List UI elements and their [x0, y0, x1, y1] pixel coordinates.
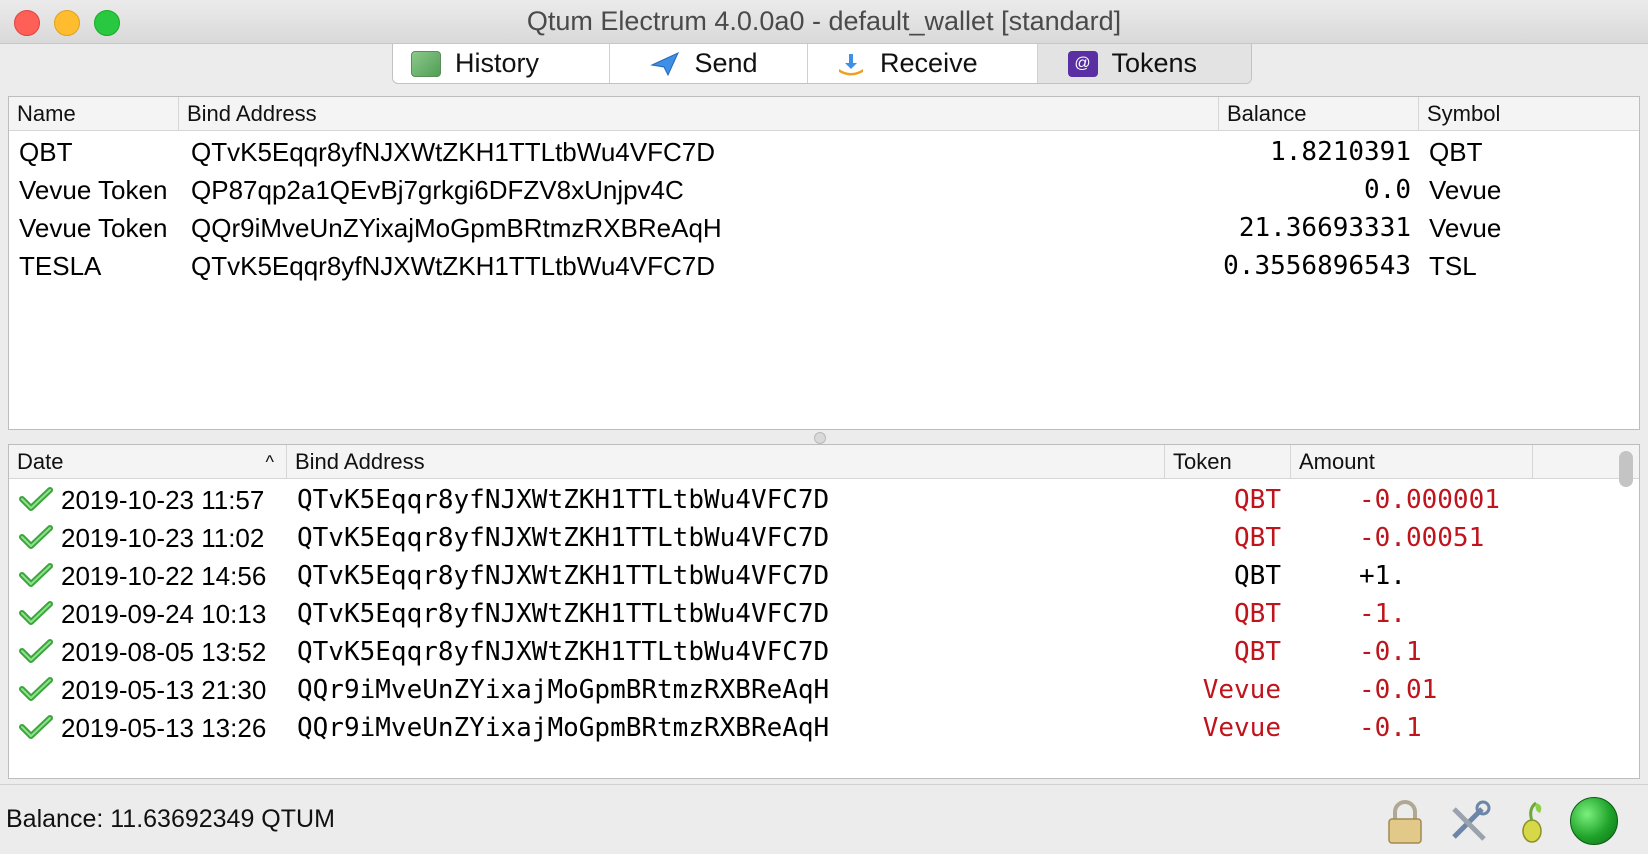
token-symbol: Vevue [1429, 175, 1502, 205]
main-tab-bar: History Send Receive @ Tokens [392, 44, 1252, 84]
token-symbol: QBT [1429, 137, 1483, 167]
history-amount: -1. [1359, 599, 1406, 629]
table-row[interactable]: TESLA QTvK5Eqqr8yfNJXWtZKH1TTLtbWu4VFC7D… [9, 247, 1639, 285]
tab-send-label: Send [694, 48, 758, 78]
confirmed-check-icon [19, 486, 53, 512]
preferences-icon[interactable] [1446, 799, 1492, 845]
column-header-bind-address[interactable]: Bind Address [179, 97, 1219, 131]
sort-ascending-icon: ^ [265, 452, 274, 472]
history-amount: -0.01 [1359, 675, 1438, 705]
tab-tokens[interactable]: @ Tokens [1037, 44, 1251, 83]
table-row[interactable]: 2019-10-22 14:56 QTvK5Eqqr8yfNJXWtZKH1TTL… [9, 557, 1639, 595]
column-header-token[interactable]: Token [1165, 445, 1291, 479]
tab-receive[interactable]: Receive [808, 44, 1038, 83]
history-bind-address: QTvK5Eqqr8yfNJXWtZKH1TTLtbWu4VFC7D [297, 561, 830, 591]
history-bind-address: QTvK5Eqqr8yfNJXWtZKH1TTLtbWu4VFC7D [297, 599, 830, 629]
token-bind-address: QP87qp2a1QEvBj7grkgi6DFZV8xUnjpv4C [191, 175, 684, 205]
token-name: Vevue Token [19, 175, 168, 205]
column-header-date-label: Date [17, 449, 64, 474]
token-balance: 0.3556896543 [1223, 251, 1411, 281]
token-symbol: Vevue [1429, 213, 1502, 243]
tokens-table: Name Bind Address Balance Symbol QBT QTv… [8, 96, 1640, 430]
tab-history[interactable]: History [393, 44, 611, 83]
lock-icon[interactable] [1382, 799, 1428, 845]
wallet-balance: Balance: 11.63692349 QTUM [6, 805, 335, 833]
tab-history-label: History [455, 48, 540, 78]
history-amount: -0.000001 [1359, 485, 1500, 515]
status-bar: Balance: 11.63692349 QTUM [0, 784, 1648, 854]
history-date: 2019-08-05 13:52 [61, 637, 267, 667]
token-bind-address: QTvK5Eqqr8yfNJXWtZKH1TTLtbWu4VFC7D [191, 251, 715, 281]
token-bind-address: QTvK5Eqqr8yfNJXWtZKH1TTLtbWu4VFC7D [191, 137, 715, 167]
column-header-bind-address[interactable]: Bind Address [287, 445, 1165, 479]
history-icon [411, 50, 441, 77]
column-header-date[interactable]: Date ^ [9, 445, 287, 479]
confirmed-check-icon [19, 600, 53, 626]
splitter-handle[interactable] [814, 432, 826, 444]
app-window: Qtum Electrum 4.0.0a0 - default_wallet [… [0, 0, 1648, 854]
confirmed-check-icon [19, 562, 53, 588]
history-date: 2019-09-24 10:13 [61, 599, 267, 629]
token-symbol: TSL [1429, 251, 1477, 281]
title-bar: Qtum Electrum 4.0.0a0 - default_wallet [… [0, 0, 1648, 44]
seed-icon[interactable] [1510, 799, 1556, 845]
tokens-icon: @ [1067, 50, 1098, 77]
window-title: Qtum Electrum 4.0.0a0 - default_wallet [… [526, 6, 1122, 36]
tab-tokens-label: Tokens [1111, 48, 1198, 78]
table-row[interactable]: Vevue Token QQr9iMveUnZYixajMoGpmBRtmzRX… [9, 209, 1639, 247]
confirmed-check-icon [19, 524, 53, 550]
token-balance: 0.0 [1364, 175, 1411, 205]
history-table-header: Date ^ Bind Address Token Amount [9, 445, 1639, 479]
history-bind-address: QTvK5Eqqr8yfNJXWtZKH1TTLtbWu4VFC7D [297, 637, 830, 667]
token-name: TESLA [19, 251, 102, 281]
history-token: QBT [1234, 637, 1281, 667]
token-history-table: Date ^ Bind Address Token Amount 2019-10… [8, 444, 1640, 779]
tab-receive-label: Receive [880, 48, 978, 78]
token-bind-address: QQr9iMveUnZYixajMoGpmBRtmzRXBReAqH [191, 213, 722, 243]
tokens-table-header: Name Bind Address Balance Symbol [9, 97, 1639, 131]
history-token: Vevue [1202, 675, 1281, 705]
table-row[interactable]: QBT QTvK5Eqqr8yfNJXWtZKH1TTLtbWu4VFC7D 1… [9, 133, 1639, 171]
history-amount: -0.00051 [1359, 523, 1485, 553]
table-row[interactable]: Vevue Token QP87qp2a1QEvBj7grkgi6DFZV8xU… [9, 171, 1639, 209]
token-name: Vevue Token [19, 213, 168, 243]
history-date: 2019-10-23 11:02 [61, 523, 265, 553]
history-date: 2019-05-13 13:26 [61, 713, 267, 743]
token-balance: 21.36693331 [1238, 213, 1411, 243]
history-token: QBT [1234, 523, 1281, 553]
table-row[interactable]: 2019-10-23 11:57 QTvK5Eqqr8yfNJXWtZKH1TTL… [9, 481, 1639, 519]
column-header-amount[interactable]: Amount [1291, 445, 1533, 479]
confirmed-check-icon [19, 714, 53, 740]
token-name: QBT [19, 137, 73, 167]
token-balance: 1.8210391 [1270, 137, 1411, 167]
history-date: 2019-10-23 11:57 [61, 485, 265, 515]
history-token: QBT [1234, 561, 1281, 591]
column-header-symbol[interactable]: Symbol [1419, 97, 1639, 131]
history-amount: -0.1 [1359, 713, 1422, 743]
table-row[interactable]: 2019-09-24 10:13 QTvK5Eqqr8yfNJXWtZKH1TTL… [9, 595, 1639, 633]
tab-send[interactable]: Send [610, 44, 809, 83]
history-bind-address: QQr9iMveUnZYixajMoGpmBRtmzRXBReAqH [297, 675, 830, 705]
history-token: QBT [1234, 485, 1281, 515]
history-amount: -0.1 [1359, 637, 1422, 667]
history-token: QBT [1234, 599, 1281, 629]
table-row[interactable]: 2019-05-13 21:30 QQr9iMveUnZYixajMoGpmBRt… [9, 671, 1639, 709]
history-bind-address: QTvK5Eqqr8yfNJXWtZKH1TTLtbWu4VFC7D [297, 523, 830, 553]
column-header-name[interactable]: Name [9, 97, 179, 131]
history-bind-address: QQr9iMveUnZYixajMoGpmBRtmzRXBReAqH [297, 713, 830, 743]
network-status-icon[interactable] [1570, 797, 1618, 845]
column-header-balance[interactable]: Balance [1219, 97, 1419, 131]
history-amount: +1. [1359, 561, 1406, 591]
table-row[interactable]: 2019-10-23 11:02 QTvK5Eqqr8yfNJXWtZKH1TTL… [9, 519, 1639, 557]
history-date: 2019-05-13 21:30 [61, 675, 267, 705]
history-bind-address: QTvK5Eqqr8yfNJXWtZKH1TTLtbWu4VFC7D [297, 485, 830, 515]
table-row[interactable]: 2019-05-13 13:26 QQr9iMveUnZYixajMoGpmBRt… [9, 709, 1639, 747]
confirmed-check-icon [19, 676, 53, 702]
history-date: 2019-10-22 14:56 [61, 561, 267, 591]
confirmed-check-icon [19, 638, 53, 664]
send-icon [650, 51, 680, 77]
receive-icon [836, 51, 866, 77]
history-token: Vevue [1202, 713, 1281, 743]
table-row[interactable]: 2019-08-05 13:52 QTvK5Eqqr8yfNJXWtZKH1TTL… [9, 633, 1639, 671]
